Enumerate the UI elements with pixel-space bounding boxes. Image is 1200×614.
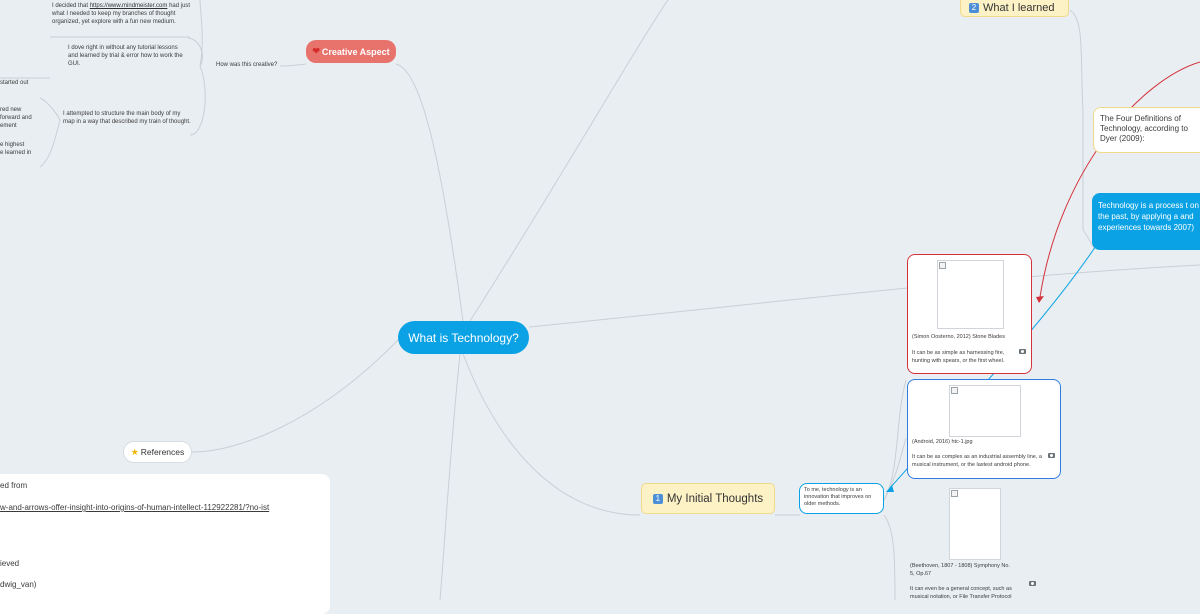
what-i-learned-label: What I learned bbox=[983, 1, 1055, 14]
creative-question: How was this creative? bbox=[216, 62, 278, 68]
link-creative-question bbox=[279, 63, 307, 67]
star-icon: ★ bbox=[130, 446, 139, 457]
creative-aspect-label: Creative Aspect bbox=[321, 46, 390, 57]
what-i-learned-node[interactable]: 2 What I learned bbox=[960, 0, 1069, 17]
reference-line-4: dwig_van) bbox=[0, 580, 37, 589]
number-2-icon: 2 bbox=[969, 2, 979, 13]
references-label: References bbox=[140, 447, 185, 457]
link-root-right bbox=[528, 264, 1200, 328]
link-question-note3 bbox=[189, 65, 206, 136]
symphony-note: It can even be a general concept, such a… bbox=[910, 586, 1012, 600]
red-arrow bbox=[1039, 61, 1200, 298]
symphony-card[interactable]: (Beethoven, 1807 - 1808) Symphony No. 5,… bbox=[906, 484, 1041, 609]
opinion-text: To me, technology is an innovation that … bbox=[804, 487, 872, 507]
reference-line-3: ieved bbox=[0, 559, 20, 568]
htc-phone-caption: (Android, 2016) htc-1.jpg bbox=[912, 439, 973, 445]
creative-note-2: I dove right in without any tutorial les… bbox=[68, 45, 183, 67]
htc-phone-card[interactable]: (Android, 2016) htc-1.jpg It can be as c… bbox=[907, 379, 1061, 479]
red-arrow-head bbox=[1036, 296, 1044, 303]
link-learned-down bbox=[1069, 9, 1084, 230]
creative-note-1: I decided that https://www.mindmeister.c… bbox=[52, 3, 191, 25]
number-1-icon: 1 bbox=[652, 493, 663, 504]
link-root-bottom bbox=[439, 353, 461, 600]
reference-line-1: ed from bbox=[0, 481, 28, 490]
reference-link[interactable]: w-and-arrows-offer-insight-into-origins-… bbox=[0, 504, 269, 512]
stone-blades-note: It can be as simple as harnessing fire, … bbox=[912, 350, 1005, 364]
opinion-node[interactable]: To me, technology is an innovation that … bbox=[799, 483, 884, 514]
creative-fragment-4: ement bbox=[0, 123, 17, 129]
root-node[interactable]: What is Technology? bbox=[398, 321, 529, 354]
creative-fragment-5: e highest bbox=[0, 142, 25, 148]
stone-blades-caption: (Simon Oosterno, 2012) Stone Blades bbox=[912, 334, 1005, 340]
camera-icon bbox=[1048, 453, 1055, 458]
stone-blades-card[interactable]: (Simon Oosterno, 2012) Stone Blades It c… bbox=[907, 254, 1032, 374]
link-question-up bbox=[199, 0, 203, 67]
creative-fragment-6: e learned in bbox=[0, 150, 32, 156]
heart-icon: ❤ bbox=[312, 46, 320, 56]
link-root-references bbox=[191, 339, 399, 453]
creative-note-3: I attempted to structure the main body o… bbox=[63, 111, 191, 125]
four-definitions-node[interactable]: The Four Definitions of Technology, acco… bbox=[1093, 107, 1200, 153]
link-root-initial bbox=[462, 353, 641, 516]
symphony-image bbox=[949, 488, 1001, 560]
link-note3-frag2 bbox=[39, 119, 61, 168]
htc-phone-image bbox=[949, 385, 1021, 437]
link-root-creative bbox=[395, 63, 464, 322]
creative-fragment-3: forward and bbox=[0, 115, 32, 121]
camera-icon bbox=[1019, 349, 1026, 354]
initial-thoughts-label: My Initial Thoughts bbox=[666, 492, 764, 505]
four-definitions-text: The Four Definitions of Technology, acco… bbox=[1100, 114, 1188, 143]
creative-fragment-2: red new bbox=[0, 107, 22, 113]
references-node[interactable]: ★ References bbox=[123, 441, 192, 463]
root-label: What is Technology? bbox=[408, 330, 519, 345]
camera-icon bbox=[1029, 581, 1036, 586]
initial-thoughts-node[interactable]: 1 My Initial Thoughts bbox=[641, 483, 775, 514]
creative-fragment-1: started out bbox=[0, 80, 29, 86]
link-note3-frag bbox=[39, 97, 61, 121]
process-definition-text: Technology is a process t on the past, b… bbox=[1098, 201, 1199, 232]
link-opinion-bottom bbox=[883, 514, 896, 600]
references-card: ed from w-and-arrows-offer-insight-into-… bbox=[0, 474, 330, 614]
htc-phone-note: It can be as complex as an industrial as… bbox=[912, 454, 1042, 468]
symphony-caption: (Beethoven, 1807 - 1808) Symphony No. 5,… bbox=[910, 563, 1010, 577]
process-definition-node[interactable]: Technology is a process t on the past, b… bbox=[1092, 193, 1200, 250]
stone-blades-image bbox=[937, 260, 1004, 329]
mindmeister-link[interactable]: https://www.mindmeister.com bbox=[90, 3, 168, 9]
link-root-learned bbox=[469, 0, 669, 322]
creative-aspect-node[interactable]: ❤ Creative Aspect bbox=[306, 40, 396, 63]
